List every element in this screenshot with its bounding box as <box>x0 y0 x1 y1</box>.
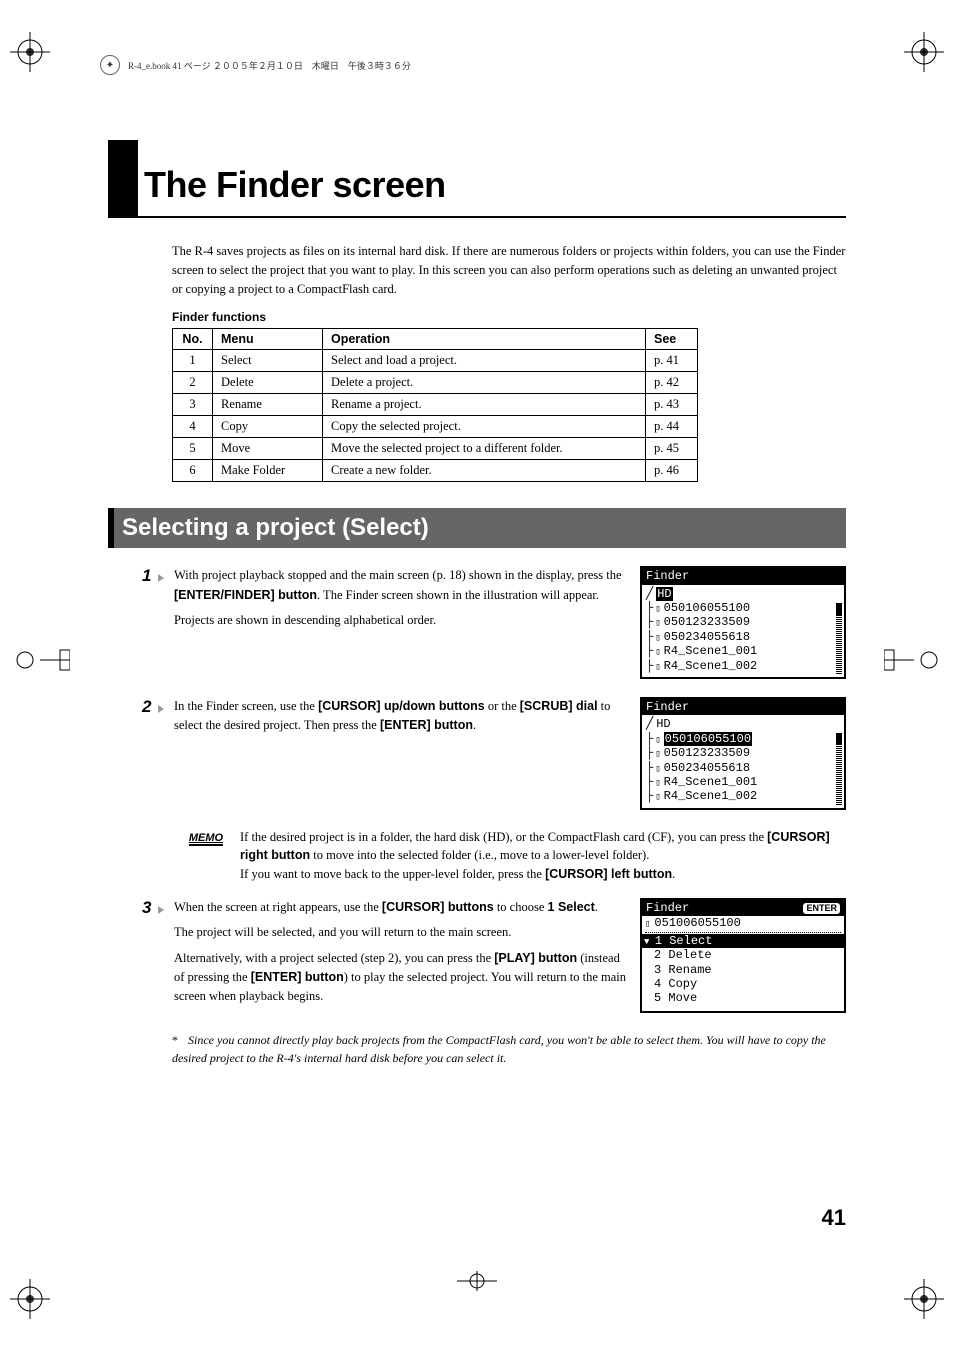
spinner-icon: ✦ <box>100 55 120 75</box>
scrollbar <box>836 603 842 674</box>
table-row: 5MoveMove the selected project to a diff… <box>173 438 698 460</box>
scrollbar <box>836 733 842 804</box>
menu-item-move: 5 Move <box>642 991 844 1005</box>
crop-mark-mr <box>884 645 944 675</box>
menu-item-select: 1 Select <box>642 934 844 948</box>
header-file-info: ✦ R-4_e.book 41 ページ ２００５年２月１０日 木曜日 午後３時３… <box>100 55 854 75</box>
list-item: R4_Scene1_001 <box>646 775 840 789</box>
crop-mark-ml <box>10 645 70 675</box>
table-row: 2DeleteDelete a project.p. 42 <box>173 372 698 394</box>
list-item: 050106055100 <box>646 601 840 615</box>
step3-p3: Alternatively, with a project selected (… <box>174 949 626 1007</box>
list-item: 050234055618 <box>646 761 840 775</box>
step-number: 1 <box>142 566 174 586</box>
memo-p2: If you want to move back to the upper-le… <box>240 865 846 884</box>
step-number: 3 <box>142 898 174 918</box>
table-row: 4CopyCopy the selected project.p. 44 <box>173 416 698 438</box>
step-1: 1 With project playback stopped and the … <box>108 566 846 679</box>
step-3: 3 When the screen at right appears, use … <box>108 898 846 1013</box>
list-item: 050123233509 <box>646 746 840 760</box>
enter-badge: ENTER <box>803 903 840 914</box>
table-row: 6Make FolderCreate a new folder.p. 46 <box>173 460 698 482</box>
footnote: *Since you cannot directly play back pro… <box>172 1031 846 1067</box>
step1-p1: With project playback stopped and the ma… <box>174 566 626 605</box>
table-title: Finder functions <box>172 310 846 324</box>
step1-p2: Projects are shown in descending alphabe… <box>174 611 626 630</box>
list-item: 050123233509 <box>646 615 840 629</box>
th-see: See <box>646 329 698 350</box>
header-text: R-4_e.book 41 ページ ２００５年２月１０日 木曜日 午後３時３６分 <box>128 59 411 72</box>
list-item: R4_Scene1_002 <box>646 659 840 673</box>
step3-p1: When the screen at right appears, use th… <box>174 898 626 917</box>
crop-mark-tl <box>10 32 50 72</box>
table-row: 1SelectSelect and load a project.p. 41 <box>173 350 698 372</box>
file-icon <box>645 916 651 930</box>
finder-screen-2: Finder ╱HD 050106055100 050123233509 050… <box>640 697 846 810</box>
page-title: The Finder screen <box>144 164 446 216</box>
table-row: 3RenameRename a project.p. 43 <box>173 394 698 416</box>
finder-menu-screen: Finder ENTER 051006055100 1 Select 2 Del… <box>640 898 846 1013</box>
list-item: 050234055618 <box>646 630 840 644</box>
title-accent-bar <box>108 140 138 216</box>
step-2: 2 In the Finder screen, use the [CURSOR]… <box>108 697 846 810</box>
list-item: 050106055100 <box>646 732 840 746</box>
memo-icon: MEMO <box>184 828 228 846</box>
menu-item-rename: 3 Rename <box>642 963 844 977</box>
crop-mark-br <box>904 1279 944 1319</box>
hd-icon: ╱ <box>646 587 653 601</box>
step2-p1: In the Finder screen, use the [CURSOR] u… <box>174 697 626 736</box>
intro-paragraph: The R-4 saves projects as files on its i… <box>172 242 846 298</box>
menu-item-delete: 2 Delete <box>642 948 844 962</box>
memo-p1: If the desired project is in a folder, t… <box>240 828 846 866</box>
crop-mark-bc <box>457 1271 497 1291</box>
title-block: The Finder screen <box>108 140 846 218</box>
step-number: 2 <box>142 697 174 717</box>
list-item: R4_Scene1_001 <box>646 644 840 658</box>
memo-note: MEMO If the desired project is in a fold… <box>184 828 846 884</box>
finder-functions-table: No. Menu Operation See 1SelectSelect and… <box>172 328 698 482</box>
step3-p2: The project will be selected, and you wi… <box>174 923 626 942</box>
finder-screen-1: Finder ╱HD 050106055100 050123233509 050… <box>640 566 846 679</box>
section-header: Selecting a project (Select) <box>108 508 846 548</box>
crop-mark-bl <box>10 1279 50 1319</box>
page-number: 41 <box>822 1205 846 1231</box>
th-menu: Menu <box>213 329 323 350</box>
menu-item-copy: 4 Copy <box>642 977 844 991</box>
list-item: R4_Scene1_002 <box>646 789 840 803</box>
th-operation: Operation <box>323 329 646 350</box>
hd-icon: ╱ <box>646 717 653 731</box>
th-no: No. <box>173 329 213 350</box>
crop-mark-tr <box>904 32 944 72</box>
